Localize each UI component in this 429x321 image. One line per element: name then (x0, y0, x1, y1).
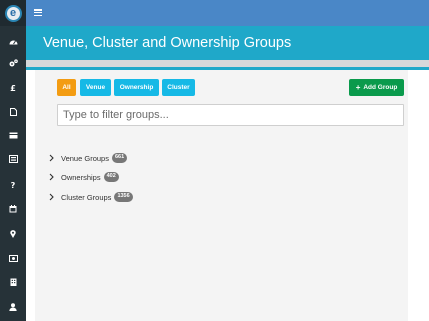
dashboard-icon[interactable] (0, 34, 26, 48)
gears-icon[interactable] (0, 56, 26, 70)
filter-venue-button[interactable]: Venue (80, 79, 111, 96)
building-icon[interactable] (0, 275, 26, 289)
sidebar: e £ ? (0, 0, 26, 321)
filter-groups-input[interactable] (57, 104, 404, 126)
money-icon[interactable] (0, 251, 26, 265)
count-badge: 1356 (114, 192, 133, 202)
card-icon[interactable] (0, 128, 26, 142)
tree-row-cluster-groups[interactable]: Cluster Groups 1356 (47, 191, 133, 203)
map-marker-icon[interactable] (0, 227, 26, 241)
top-bar (26, 0, 429, 26)
plus-icon: + (355, 82, 361, 92)
count-badge: 661 (111, 153, 128, 163)
add-group-button[interactable]: + Add Group (349, 79, 404, 96)
chevron-right-icon[interactable] (47, 192, 55, 202)
logo-icon: e (4, 4, 22, 22)
filter-ownership-button[interactable]: Ownership (114, 79, 159, 96)
calendar-icon[interactable] (0, 202, 26, 216)
group-label: Venue Groups (61, 153, 109, 163)
menu-toggle-icon[interactable] (34, 9, 42, 16)
add-group-label: Add Group (363, 84, 398, 91)
app-logo[interactable]: e (0, 0, 26, 26)
filter-cluster-button[interactable]: Cluster (162, 79, 195, 96)
help-icon[interactable]: ? (0, 178, 26, 192)
page-header: Venue, Cluster and Ownership Groups (26, 26, 429, 60)
chevron-right-icon[interactable] (47, 153, 55, 163)
group-label: Ownerships (61, 172, 101, 182)
tree-row-ownerships[interactable]: Ownerships 402 (47, 171, 119, 183)
pound-icon[interactable]: £ (0, 81, 26, 95)
document-icon[interactable] (0, 105, 26, 119)
header-divider (26, 60, 429, 67)
chevron-right-icon[interactable] (47, 172, 55, 182)
user-icon[interactable] (0, 300, 26, 314)
page-title: Venue, Cluster and Ownership Groups (43, 35, 292, 51)
count-badge: 402 (103, 172, 119, 182)
filter-all-button[interactable]: All (57, 79, 76, 96)
tree-row-venue-groups[interactable]: Venue Groups 661 (47, 152, 128, 164)
group-label: Cluster Groups (61, 192, 112, 202)
sitemap-icon[interactable] (0, 152, 26, 166)
